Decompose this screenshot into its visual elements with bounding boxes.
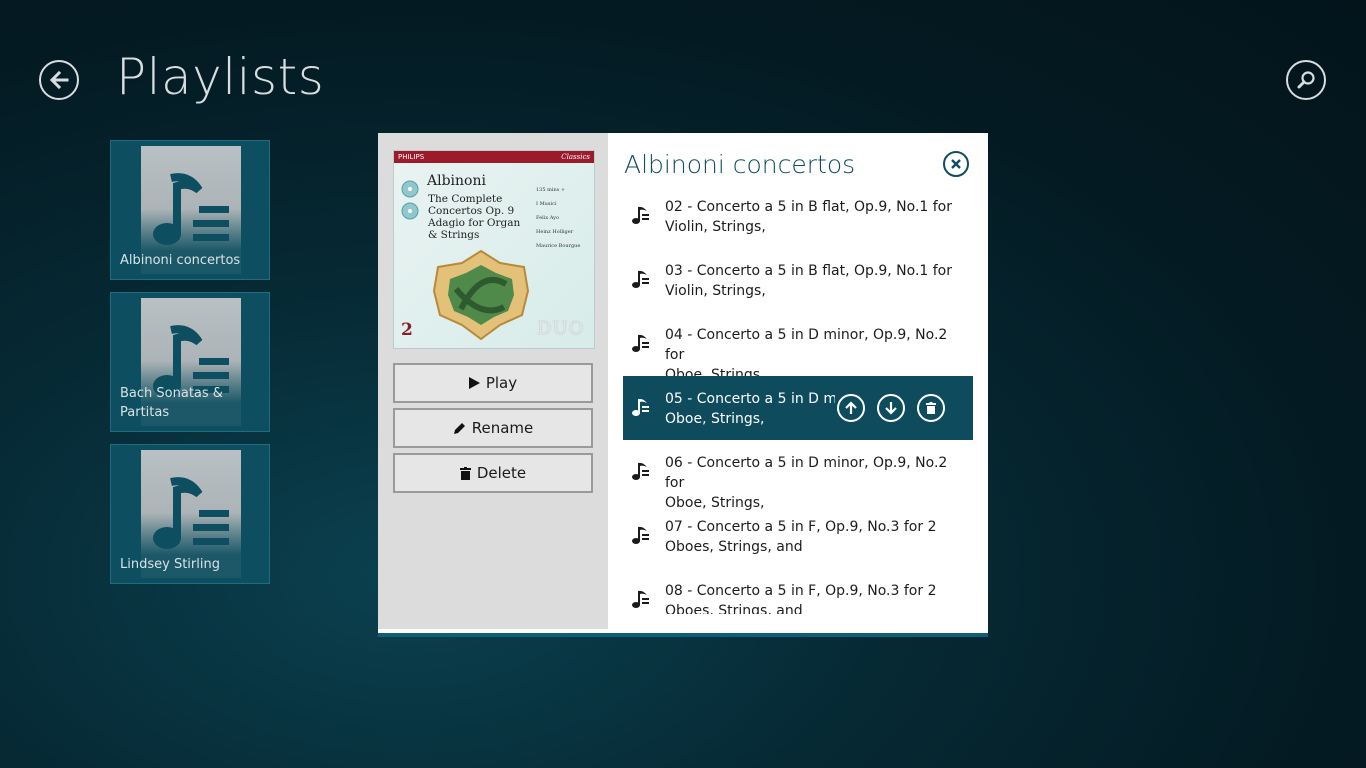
album-cover: PHILIPS Classics Albinoni The Complete C… [393,150,595,349]
play-label: Play [485,374,518,392]
dialog-left-pane: PHILIPS Classics Albinoni The Complete C… [378,133,608,629]
track-title: 03 - Concerto a 5 in B flat, Op.9, No.1 … [665,263,953,299]
track-list[interactable]: 02 - Concerto a 5 in B flat, Op.9, No.1 … [623,184,973,614]
page-title: Playlists [116,48,325,106]
move-down-button[interactable] [877,394,905,422]
rename-label: Rename [471,419,534,437]
cover-disc-count: 2 [401,320,413,340]
track-title: 05 - Concerto a 5 in D m Oboe, Strings, [665,391,835,427]
playlist-tile-lindsey[interactable]: Lindsey Stirling [110,444,270,584]
back-arrow-icon [49,70,69,90]
cover-brand: PHILIPS [398,153,425,161]
delete-button[interactable]: Delete [393,453,593,493]
playlist-label: Lindsey Stirling [120,557,220,572]
move-down-icon [885,402,897,415]
cover-band: PHILIPS Classics [394,151,594,163]
pencil-icon [453,422,466,435]
track-row[interactable]: 04 - Concerto a 5 in D minor, Op.9, No.2… [623,312,973,383]
cover-edition: DUO [537,318,585,339]
dialog-title: Albinoni concertos [624,150,856,179]
track-row[interactable]: 06 - Concerto a 5 in D minor, Op.9, No.2… [623,440,973,511]
cover-series: Classics [561,153,590,161]
playlist-tile-bach[interactable]: Bach Sonatas & Partitas [110,292,270,432]
playlist-label: Bach Sonatas & Partitas [120,386,223,420]
music-note-icon [632,398,649,416]
play-icon [468,377,480,389]
trash-icon [459,466,471,480]
music-note-icon [632,206,649,224]
playlist-dialog: PHILIPS Classics Albinoni The Complete C… [378,133,988,637]
play-button[interactable]: Play [393,363,593,403]
delete-label: Delete [476,464,527,482]
cover-emblem [432,249,530,341]
cover-credits: 135 mins + I Musici Felix Ayo Heinz Holl… [536,187,581,249]
track-row[interactable]: 02 - Concerto a 5 in B flat, Op.9, No.1 … [623,184,973,248]
track-row[interactable]: 08 - Concerto a 5 in F, Op.9, No.3 for 2… [623,568,973,614]
search-button[interactable] [1286,60,1326,100]
search-icon [1297,71,1315,89]
track-row-selected[interactable]: 05 - Concerto a 5 in D m Oboe, Strings, [623,376,973,440]
cover-subtitle: The Complete Concertos Op. 9 Adagio for … [428,193,521,241]
music-note-icon [632,590,649,608]
track-row[interactable]: 07 - Concerto a 5 in F, Op.9, No.3 for 2… [623,504,973,568]
playlist-tile-albinoni[interactable]: Albinoni concertos [110,140,270,280]
back-button[interactable] [39,60,79,100]
playlist-label: Albinoni concertos [120,253,241,268]
close-button[interactable] [943,151,969,177]
cover-composer: Albinoni [427,173,486,189]
track-title: 02 - Concerto a 5 in B flat, Op.9, No.1 … [665,199,953,235]
disc-icon [401,180,419,220]
track-title: 07 - Concerto a 5 in F, Op.9, No.3 for 2… [665,519,937,555]
remove-icon [926,402,936,414]
track-row[interactable]: 03 - Concerto a 5 in B flat, Op.9, No.1 … [623,248,973,312]
remove-track-button[interactable] [917,394,945,422]
track-actions [837,394,945,422]
rename-button[interactable]: Rename [393,408,593,448]
music-note-icon [632,526,649,544]
move-up-icon [845,401,857,414]
track-title: 08 - Concerto a 5 in F, Op.9, No.3 for 2… [665,583,937,614]
close-icon [951,159,961,169]
music-note-icon [632,462,649,480]
move-up-button[interactable] [837,394,865,422]
music-note-icon [632,270,649,288]
music-note-icon [632,334,649,352]
